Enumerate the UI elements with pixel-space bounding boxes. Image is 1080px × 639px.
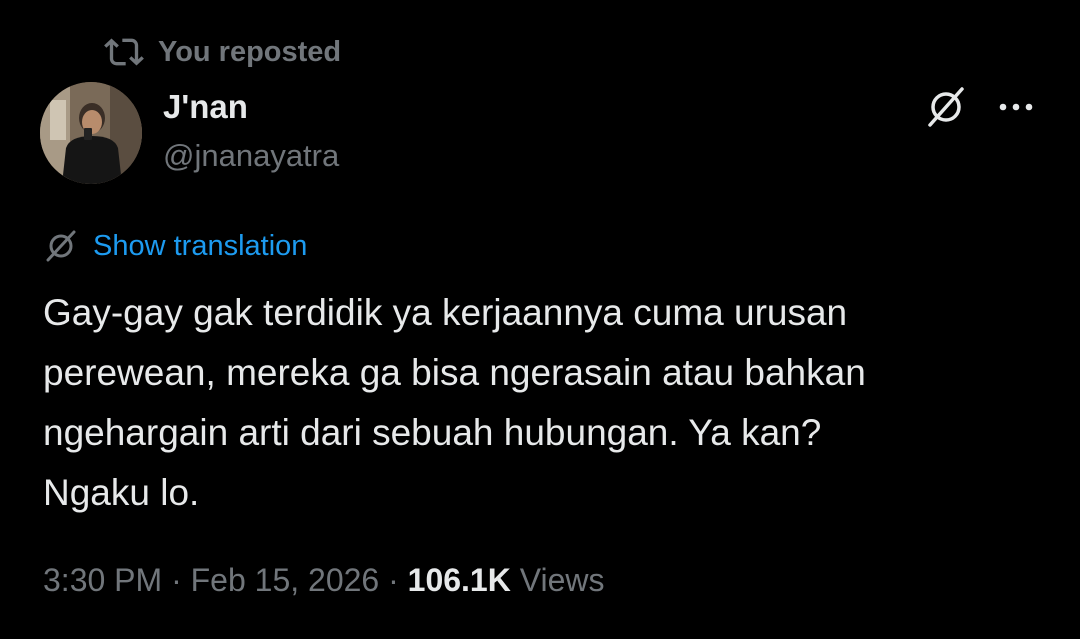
repost-label: You reposted bbox=[158, 35, 342, 68]
tweet-date[interactable]: Feb 15, 2026 bbox=[191, 562, 380, 599]
repost-icon bbox=[104, 32, 144, 72]
views-label: Views bbox=[510, 562, 605, 598]
grok-icon bbox=[922, 83, 970, 136]
meta-separator: · bbox=[162, 562, 191, 598]
translate-icon bbox=[43, 228, 79, 264]
translation-row: Show translation bbox=[43, 228, 307, 264]
tweet-text: Gay-gay gak terdidik ya kerjaannya cuma … bbox=[43, 292, 866, 513]
author-handle[interactable]: @jnanayatra bbox=[163, 138, 339, 174]
grok-button[interactable] bbox=[921, 84, 971, 134]
show-translation-link[interactable]: Show translation bbox=[93, 230, 307, 263]
avatar[interactable] bbox=[40, 82, 142, 184]
meta-separator: · bbox=[379, 562, 408, 598]
repost-indicator: You reposted bbox=[104, 32, 341, 72]
more-options-button[interactable] bbox=[994, 88, 1038, 128]
more-icon bbox=[998, 99, 1034, 117]
tweet-time[interactable]: 3:30 PM bbox=[43, 562, 162, 599]
views-count[interactable]: 106.1K bbox=[408, 562, 511, 599]
author-name[interactable]: J'nan bbox=[163, 88, 248, 126]
tweet-meta: 3:30 PM · Feb 15, 2026 · 106.1K Views bbox=[43, 562, 605, 599]
